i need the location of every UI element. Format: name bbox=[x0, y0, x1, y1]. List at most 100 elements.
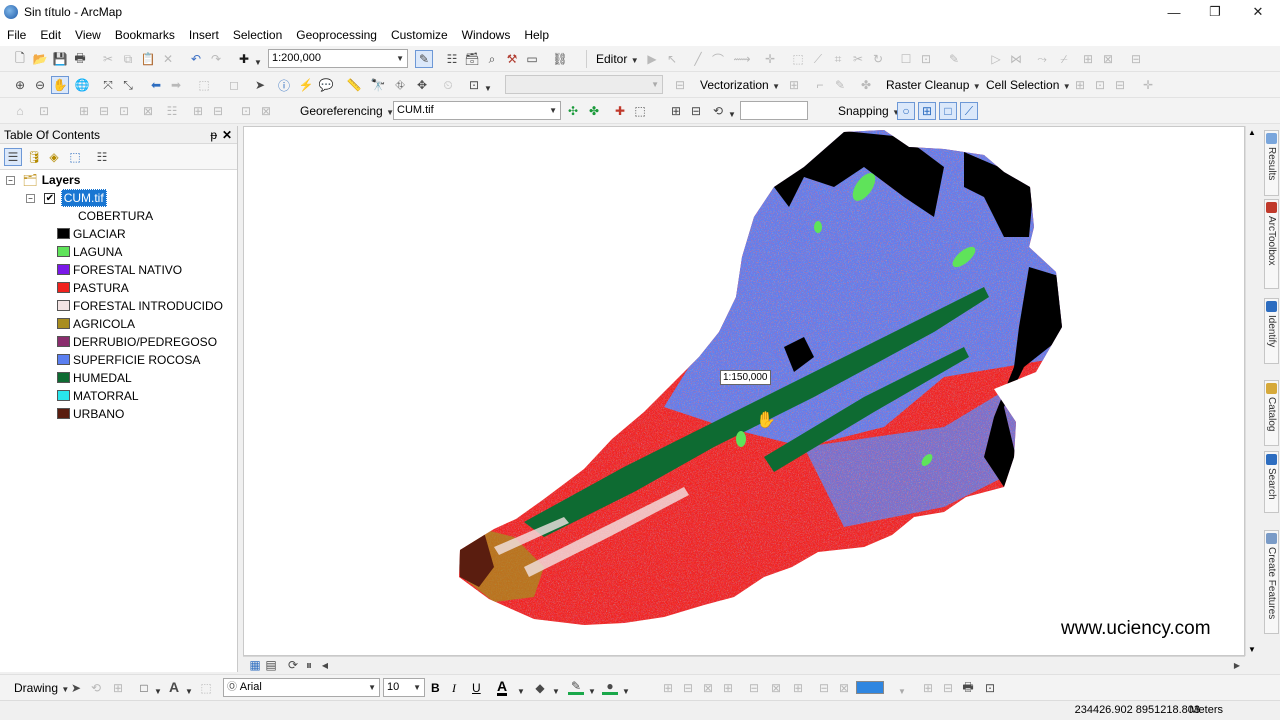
align-left-icon[interactable]: ⊞ bbox=[660, 680, 676, 696]
adjustment-preview-icon[interactable]: ⊞ bbox=[190, 103, 206, 119]
hyperlink-icon[interactable]: ⚡ bbox=[298, 77, 314, 93]
layer-visibility-checkbox[interactable]: ✔ bbox=[44, 193, 56, 205]
identify-tab[interactable]: Identify bbox=[1264, 298, 1279, 364]
restore-button[interactable]: ❐ bbox=[1193, 0, 1237, 24]
find-icon[interactable]: 🔭 bbox=[370, 77, 386, 93]
georeferencing-layer-select[interactable]: CUM.tif ▼ bbox=[393, 101, 561, 120]
arctoolbox-tab[interactable]: ArcToolbox bbox=[1264, 199, 1279, 289]
refresh-view-icon[interactable]: ⟳ bbox=[285, 657, 301, 673]
time-slider-icon[interactable]: ⏲ bbox=[440, 77, 456, 93]
vectorization-layer-select[interactable]: ▼ bbox=[505, 75, 663, 94]
layout-view-icon[interactable]: ▤ bbox=[263, 657, 279, 673]
select-elements-icon[interactable]: ➤ bbox=[68, 680, 84, 696]
color-swatch[interactable] bbox=[856, 681, 884, 694]
color-swatch-dropdown-icon[interactable]: ▼ bbox=[898, 684, 906, 700]
layout-tool-icon[interactable]: ⌂ bbox=[12, 103, 28, 119]
cut-polygons-icon[interactable]: ⌗ bbox=[830, 51, 846, 67]
scroll-down-icon[interactable]: ▼ bbox=[1248, 645, 1256, 654]
point-icon[interactable]: ✛ bbox=[762, 51, 778, 67]
georeferencing-menu[interactable]: Georeferencing ▼ bbox=[300, 103, 394, 121]
go-to-xy-icon[interactable]: ✥ bbox=[414, 77, 430, 93]
layer-row[interactable]: − ✔ CUM.tif bbox=[26, 189, 107, 207]
zoom-in-icon[interactable]: ⊕ bbox=[12, 77, 28, 93]
menu-edit[interactable]: Edit bbox=[33, 24, 68, 46]
print-preview-icon[interactable]: 🖶 bbox=[960, 680, 976, 696]
edge-snapping-icon[interactable]: ⟋ bbox=[960, 102, 978, 120]
find-route-icon[interactable]: ⛗ bbox=[392, 77, 408, 93]
zoom-whole-page-icon[interactable]: ⊟ bbox=[940, 680, 956, 696]
add-control-points-icon[interactable]: ✚ bbox=[612, 103, 628, 119]
menu-windows[interactable]: Windows bbox=[455, 24, 518, 46]
select-features-icon[interactable]: ⬚ bbox=[196, 77, 212, 93]
python-window-icon[interactable]: ▭ bbox=[524, 51, 540, 67]
forward-extent-icon[interactable]: ➡ bbox=[168, 77, 184, 93]
raster-tool-icon[interactable]: ✛ bbox=[1140, 77, 1156, 93]
collapse-icon[interactable]: − bbox=[26, 194, 35, 204]
create-viewer-window-icon[interactable]: ⊡ bbox=[466, 77, 482, 93]
viewer-dropdown-icon[interactable]: ▼ bbox=[484, 81, 492, 97]
new-document-icon[interactable]: 🗋 bbox=[12, 51, 28, 67]
redo-icon[interactable]: ↷ bbox=[208, 51, 224, 67]
fill-color-dropdown-icon[interactable]: ▼ bbox=[552, 684, 560, 700]
cell-selection-menu[interactable]: Cell Selection ▼ bbox=[986, 77, 1071, 95]
trace-icon[interactable]: ⟿ bbox=[733, 51, 750, 67]
add-data-dropdown-icon[interactable]: ▼ bbox=[254, 55, 262, 71]
view-link-table-icon[interactable]: ⊞ bbox=[668, 103, 684, 119]
edit-tool-icon[interactable]: ▶ bbox=[644, 51, 660, 67]
bring-forward-icon[interactable]: ⊟ bbox=[816, 680, 832, 696]
menu-bookmarks[interactable]: Bookmarks bbox=[108, 24, 182, 46]
search-tab[interactable]: Search bbox=[1264, 451, 1279, 513]
table-of-contents-icon[interactable]: ☷ bbox=[444, 51, 460, 67]
distribute-horizontal-icon[interactable]: ⊟ bbox=[746, 680, 762, 696]
underline-button[interactable]: U bbox=[472, 680, 481, 696]
topology-edit-icon[interactable]: ▷ bbox=[988, 51, 1004, 67]
identify-icon[interactable]: ⓘ bbox=[276, 77, 292, 93]
menu-help[interactable]: Help bbox=[517, 24, 556, 46]
drawing-menu[interactable]: Drawing ▼ bbox=[14, 680, 69, 698]
editor-menu[interactable]: Editor ▼ bbox=[596, 51, 639, 69]
create-features-tab[interactable]: Create Features bbox=[1264, 530, 1279, 634]
georeferencing-value-input[interactable] bbox=[740, 101, 808, 120]
line-color-dropdown-icon[interactable]: ▼ bbox=[588, 684, 596, 700]
straight-segment-icon[interactable]: ╱ bbox=[690, 51, 706, 67]
multiple-link-icon[interactable]: ⊠ bbox=[140, 103, 156, 119]
catalog-tab[interactable]: Catalog bbox=[1264, 380, 1279, 446]
layers-group-row[interactable]: − 🗂 Layers bbox=[6, 171, 80, 189]
rectangle-icon[interactable]: □ bbox=[136, 680, 152, 696]
vectorization-settings-icon[interactable]: ⊟ bbox=[672, 77, 688, 93]
arctoolbox-icon[interactable]: ⚒ bbox=[504, 51, 520, 67]
map-horizontal-scrollbar[interactable]: ▦ ▤ ⟳ ⏸ ◀ ▶ bbox=[243, 656, 1245, 672]
align-center-icon[interactable]: ⊟ bbox=[680, 680, 696, 696]
shift-raster-icon[interactable]: ✤ bbox=[586, 103, 602, 119]
raster-cleanup-menu[interactable]: Raster Cleanup ▼ bbox=[886, 77, 981, 95]
export-map-icon[interactable]: ⊡ bbox=[982, 680, 998, 696]
edit-vertices-icon[interactable]: ⬚ bbox=[198, 680, 214, 696]
text-color-button[interactable]: A bbox=[497, 679, 508, 696]
auto-registration-icon[interactable]: ⬚ bbox=[632, 103, 648, 119]
align-top-icon[interactable]: ⊞ bbox=[720, 680, 736, 696]
modify-link-icon[interactable]: ⊡ bbox=[116, 103, 132, 119]
menu-file[interactable]: File bbox=[0, 24, 33, 46]
delete-icon[interactable]: ✕ bbox=[160, 51, 176, 67]
generate-features-icon[interactable]: ✎ bbox=[832, 77, 848, 93]
rotate-element-icon[interactable]: ⟲ bbox=[88, 680, 104, 696]
scroll-left-icon[interactable]: ◀ bbox=[317, 657, 333, 673]
adjust-link-icon[interactable]: ⊞ bbox=[76, 103, 92, 119]
sketch-properties-icon[interactable]: ⊡ bbox=[918, 51, 934, 67]
edit-annotation-icon[interactable]: ↖ bbox=[664, 51, 680, 67]
clear-selection-icon[interactable]: ◻ bbox=[226, 77, 242, 93]
layer-name[interactable]: CUM.tif bbox=[60, 189, 107, 207]
scroll-up-icon[interactable]: ▲ bbox=[1248, 128, 1256, 137]
catalog-window-icon[interactable]: 🗃 bbox=[464, 51, 480, 67]
vectorization-trace-icon[interactable]: ⌐ bbox=[812, 77, 828, 93]
limited-adjustment-icon[interactable]: ⊟ bbox=[210, 103, 226, 119]
zoom-to-elements-icon[interactable]: ⊞ bbox=[110, 680, 126, 696]
rotate-tool-icon[interactable]: ⟲ bbox=[710, 103, 726, 119]
pan-hand-icon[interactable]: ✋ bbox=[51, 76, 69, 94]
identity-link-icon[interactable]: ⊡ bbox=[238, 103, 254, 119]
viewer-icon[interactable]: ⊟ bbox=[688, 103, 704, 119]
text-color-dropdown-icon[interactable]: ▼ bbox=[517, 684, 525, 700]
map-scale-select[interactable]: 1:200,000 ▼ bbox=[268, 49, 408, 68]
new-displacement-link-icon[interactable]: ⊟ bbox=[96, 103, 112, 119]
map-view[interactable]: 1:150,000 ✋ www.uciency.com bbox=[243, 126, 1245, 656]
